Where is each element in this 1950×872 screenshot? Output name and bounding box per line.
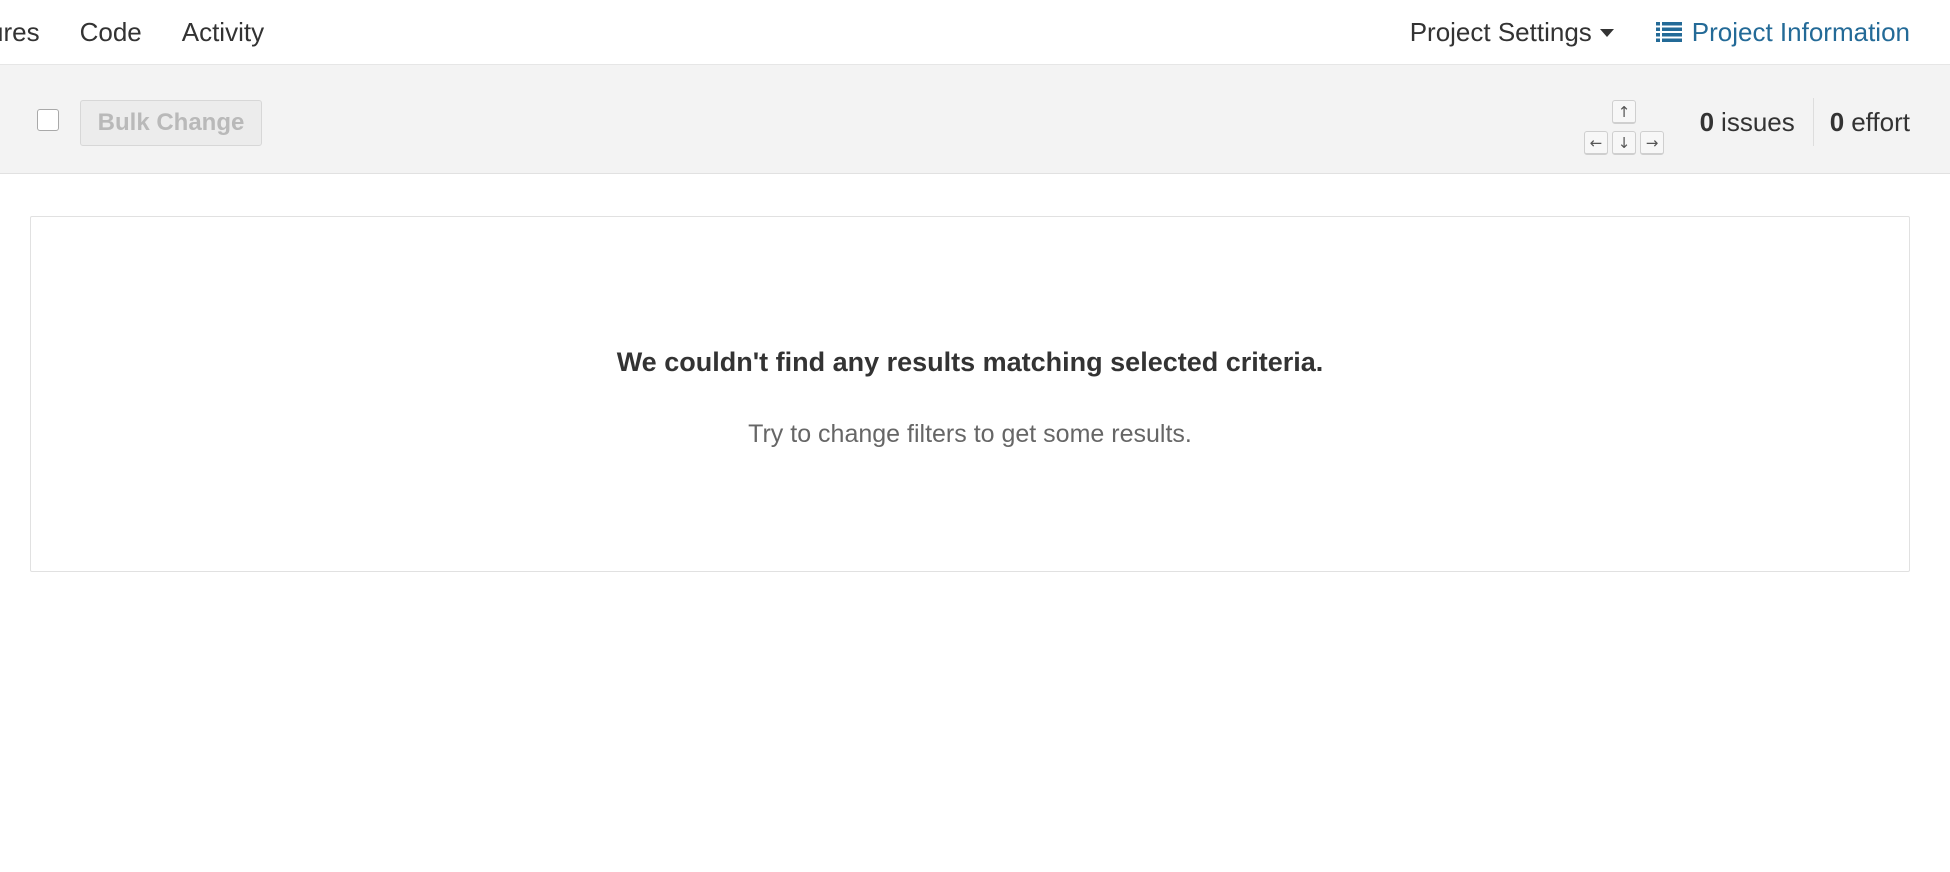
left-arrow-key-icon: ← <box>1584 131 1608 155</box>
nav-item-measures[interactable]: sures <box>0 17 40 48</box>
effort-count-value: 0 <box>1829 106 1845 137</box>
list-icon <box>1655 22 1682 42</box>
issues-toolbar: Bulk Change ↑ ← ↓ → 0 issues 0 effort <box>0 64 1950 174</box>
counter-divider <box>1812 98 1814 146</box>
nav-item-code[interactable]: Code <box>80 17 142 48</box>
effort-count: 0 effort <box>1830 107 1910 138</box>
project-information-label: Project Information <box>1691 16 1910 47</box>
select-all-checkbox[interactable] <box>37 109 59 131</box>
caret-down-icon <box>1599 29 1614 37</box>
right-arrow-key-icon: → <box>1640 131 1664 155</box>
issues-count-label: issues <box>1721 106 1795 137</box>
nav-tabs: sures Code Activity <box>0 0 264 64</box>
up-arrow-key-icon: ↑ <box>1612 100 1636 124</box>
project-settings-menu[interactable]: Project Settings <box>1410 17 1614 48</box>
empty-results-subtitle: Try to change filters to get some result… <box>748 420 1192 448</box>
issues-count-value: 0 <box>1699 106 1715 137</box>
nav-item-activity[interactable]: Activity <box>182 17 264 48</box>
project-settings-label: Project Settings <box>1409 16 1592 47</box>
nav-actions: Project Settings Project Information <box>1410 0 1910 64</box>
empty-results-title: We couldn't find any results matching se… <box>616 347 1324 377</box>
effort-count-label: effort <box>1851 106 1910 137</box>
bulk-change-button[interactable]: Bulk Change <box>80 100 262 146</box>
issues-count: 0 issues <box>1700 107 1795 138</box>
down-arrow-key-icon: ↓ <box>1612 131 1636 155</box>
top-navigation: sures Code Activity Project Settings Pro… <box>0 0 1950 64</box>
issue-counters: 0 issues 0 effort <box>1700 98 1910 146</box>
project-information-link[interactable]: Project Information <box>1655 16 1910 48</box>
empty-results-panel: We couldn't find any results matching se… <box>30 216 1910 572</box>
